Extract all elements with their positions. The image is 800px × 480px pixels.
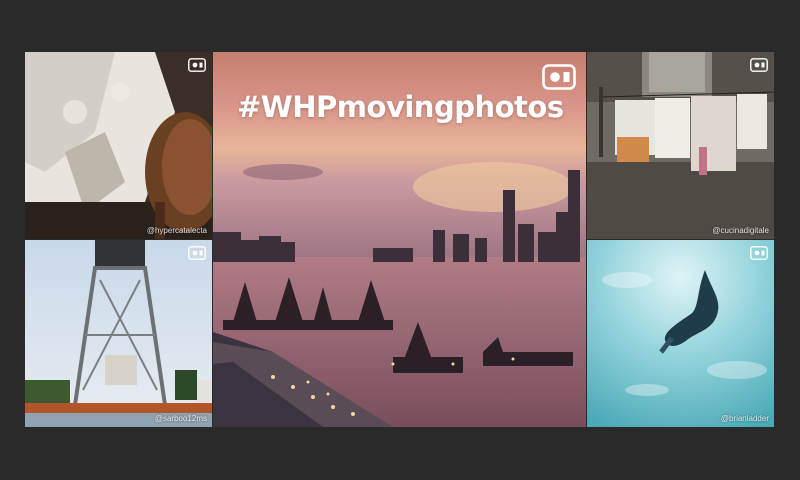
video-camera-icon <box>188 246 206 260</box>
photo-credit: @cucinadigitale <box>712 226 769 235</box>
photo-tile-diver[interactable]: @brianladder <box>587 240 774 427</box>
video-camera-icon <box>750 58 768 72</box>
video-camera-icon <box>750 246 768 260</box>
hashtag-title: #WHPmovingphotos <box>237 90 564 124</box>
photo-credit: @hypercatalecta <box>146 226 207 235</box>
photo-credit: @sarboo12ms <box>154 414 207 423</box>
video-camera-icon <box>542 64 576 90</box>
photo-table-chair <box>25 52 212 239</box>
photo-tile-table[interactable]: @hypercatalecta <box>25 52 212 239</box>
photo-credit: @brianladder <box>720 414 769 423</box>
photo-laundry-line <box>587 52 774 239</box>
photo-tile-bridge[interactable]: @sarboo12ms <box>25 240 212 427</box>
photo-tile-laundry[interactable]: @cucinadigitale <box>587 52 774 239</box>
photo-grid: @hypercatalecta @sarboo12ms #WHPmovingph… <box>25 52 774 427</box>
video-camera-icon <box>188 58 206 72</box>
photo-underwater-diver <box>587 240 774 427</box>
featured-photo-tile[interactable]: #WHPmovingphotos <box>213 52 586 427</box>
photo-lift-bridge <box>25 240 212 427</box>
